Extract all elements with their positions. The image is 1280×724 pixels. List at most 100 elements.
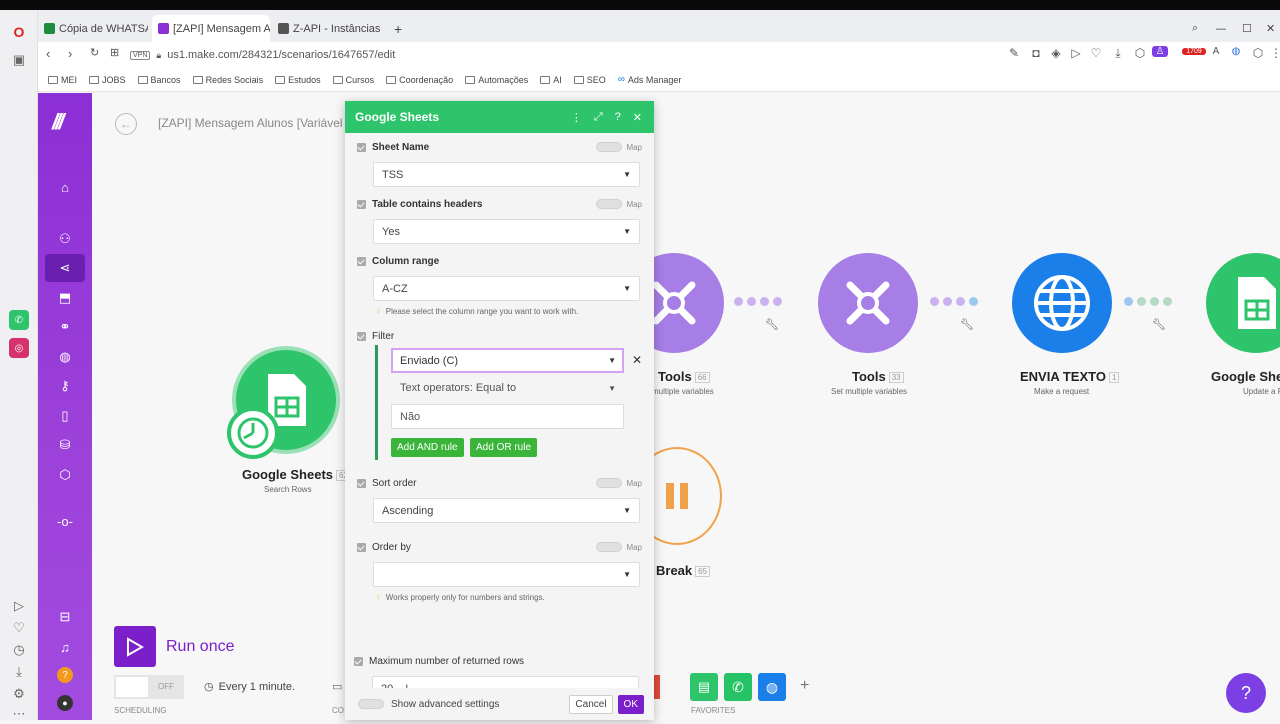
schedule-setting[interactable]: ◷ Every 1 minute.	[204, 680, 295, 694]
instagram-icon[interactable]: ◎	[9, 338, 29, 358]
scenarios-icon[interactable]: ⋖	[45, 254, 85, 282]
http-module[interactable]	[1012, 253, 1112, 353]
templates-icon[interactable]: ⬒	[55, 288, 75, 308]
tools-module-33[interactable]	[818, 253, 918, 353]
wrench-icon[interactable]: 🔧︎	[1152, 318, 1166, 331]
show-advanced-label[interactable]: Show advanced settings	[391, 699, 499, 710]
help-icon[interactable]: ?	[57, 667, 73, 683]
ext-a-icon[interactable]: A	[1208, 46, 1224, 57]
cancel-button[interactable]: Cancel	[569, 694, 613, 714]
help-icon[interactable]: ?	[615, 111, 621, 124]
headers-select[interactable]: Yes ▼	[373, 219, 640, 244]
extensions-icon[interactable]: ⬡	[1132, 46, 1148, 60]
wrench-icon[interactable]: 🔧︎	[765, 318, 779, 331]
favorite-http-icon[interactable]: ◍	[758, 673, 786, 701]
tabs-grid-icon[interactable]: ⊞	[110, 46, 119, 59]
checkbox-icon[interactable]	[357, 478, 366, 488]
shield-icon[interactable]: ◈	[1048, 46, 1064, 60]
bookmark-bancos[interactable]: Bancos	[137, 75, 181, 85]
bookmark-ads[interactable]: ∞ Ads Manager	[618, 74, 682, 85]
close-icon[interactable]: ✕	[633, 111, 642, 124]
datastructures-icon[interactable]: ⬡	[55, 465, 75, 485]
favorite-phone-icon[interactable]: ✆	[724, 673, 752, 701]
url-text[interactable]: us1.make.com/284321/scenarios/1647657/ed…	[167, 49, 395, 61]
vpn-badge[interactable]: VPN	[130, 50, 151, 60]
play-icon[interactable]: ▷	[1068, 46, 1084, 60]
connector-dots[interactable]	[930, 297, 978, 306]
settings-icon[interactable]: ⚙	[9, 684, 29, 704]
bookmark-jobs[interactable]: JOBS	[89, 75, 126, 85]
new-tab-button[interactable]: +	[388, 15, 404, 42]
expand-icon[interactable]: ⤢	[594, 111, 603, 124]
scenario-canvas[interactable]: ← [ZAPI] Mensagem Alunos [Variável S Goo…	[92, 93, 1280, 720]
webhooks-icon[interactable]: ◍	[55, 347, 75, 367]
docs-icon[interactable]: ⊟	[55, 607, 75, 627]
filter-operator-select[interactable]: Text operators: Equal to ▼	[391, 377, 624, 399]
devices-icon[interactable]: ▯	[55, 406, 75, 426]
datastores-icon[interactable]: ⛁	[55, 435, 75, 455]
order-by-select[interactable]: ▼	[373, 562, 640, 587]
bookmark-mei[interactable]: MEI	[48, 75, 77, 85]
back-arrow-icon[interactable]: ←	[115, 113, 137, 135]
favorite-sheets-icon[interactable]: ▤	[690, 673, 718, 701]
more-options-icon[interactable]: ⋮	[571, 111, 582, 124]
back-nav-icon[interactable]: ‹	[46, 46, 50, 61]
wrench-icon[interactable]: 🔧︎	[960, 318, 974, 331]
tab-zapi[interactable]: Z-API - Instâncias web	[272, 15, 382, 42]
map-toggle[interactable]	[596, 142, 623, 152]
map-toggle[interactable]	[596, 478, 623, 488]
add-favorite-icon[interactable]: +	[800, 677, 809, 695]
chat-help-icon[interactable]: ?	[1226, 673, 1266, 713]
search-tabs-icon[interactable]: ⌕	[1186, 15, 1202, 42]
controls-icon[interactable]: ▭	[332, 680, 342, 693]
scenario-name[interactable]: [ZAPI] Mensagem Alunos [Variável S	[158, 116, 354, 130]
ok-button[interactable]: OK	[617, 694, 644, 714]
bookmark-cursos[interactable]: Cursos	[332, 75, 374, 85]
bookmark-coordenacao[interactable]: Coordenação	[386, 75, 453, 85]
briefcase-icon[interactable]: ▣	[9, 50, 29, 70]
home-icon[interactable]: ⌂	[55, 177, 75, 197]
run-once-label[interactable]: Run once	[166, 638, 235, 656]
more-icon[interactable]: ⋯	[9, 704, 29, 724]
lock-icon[interactable]: 🔒︎	[156, 50, 161, 61]
tab-make[interactable]: [ZAPI] Mensagem Alunos ✕	[152, 15, 270, 42]
download-arrow-icon[interactable]: ⤓	[1110, 46, 1126, 61]
heart-icon[interactable]: ♡	[9, 618, 29, 638]
download-icon[interactable]: ⤓	[9, 662, 29, 682]
bookmark-seo[interactable]: SEO	[573, 75, 606, 85]
filter-value-input[interactable]: Não	[391, 404, 624, 429]
maximize-icon[interactable]: ☐	[1236, 15, 1252, 42]
whatsapp-icon[interactable]: ✆	[9, 310, 29, 330]
make-logo-icon[interactable]: ///	[52, 109, 80, 134]
checkbox-icon[interactable]	[357, 256, 366, 266]
column-range-select[interactable]: A-CZ ▼	[373, 276, 640, 301]
flow-icon[interactable]: -o-	[55, 511, 75, 531]
reload-icon[interactable]: ↻	[90, 46, 99, 59]
checkbox-icon[interactable]	[357, 142, 366, 152]
sheet-name-select[interactable]: TSS ▼	[373, 162, 640, 187]
remove-rule-icon[interactable]: ✕	[632, 353, 642, 367]
checkbox-icon[interactable]	[357, 199, 366, 209]
badge-count[interactable]: 1709	[1182, 48, 1206, 55]
bookmark-redes[interactable]: Redes Sociais	[192, 75, 263, 85]
team-icon[interactable]: ⚇	[55, 229, 75, 249]
minimize-icon[interactable]: —	[1210, 15, 1226, 42]
camera-icon[interactable]: ◘	[1028, 46, 1044, 60]
address-bar[interactable]: VPN 🔒︎ us1.make.com/284321/scenarios/164…	[130, 45, 990, 65]
bookmark-ai[interactable]: AI	[540, 75, 562, 85]
schedule-clock-icon[interactable]	[227, 407, 279, 459]
notifications-icon[interactable]: ♫	[55, 637, 75, 657]
edit-icon[interactable]: ✎	[1006, 46, 1022, 60]
history-icon[interactable]: ◷	[9, 640, 29, 660]
ext-o-icon[interactable]: ◍	[1228, 46, 1244, 57]
add-or-rule-button[interactable]: Add OR rule	[470, 438, 538, 457]
tab-sheets[interactable]: Cópia de WHATSAPP F4P	[38, 15, 148, 42]
map-toggle[interactable]	[596, 199, 623, 209]
checkbox-icon[interactable]	[354, 656, 363, 666]
puzzle-icon[interactable]: ⬡	[1250, 46, 1266, 60]
menu-icon[interactable]: ⋮	[1268, 46, 1280, 60]
connector-dots[interactable]	[1124, 297, 1172, 306]
add-and-rule-button[interactable]: Add AND rule	[391, 438, 464, 457]
connections-icon[interactable]: ⚭	[55, 317, 75, 337]
checkbox-icon[interactable]	[357, 331, 366, 341]
